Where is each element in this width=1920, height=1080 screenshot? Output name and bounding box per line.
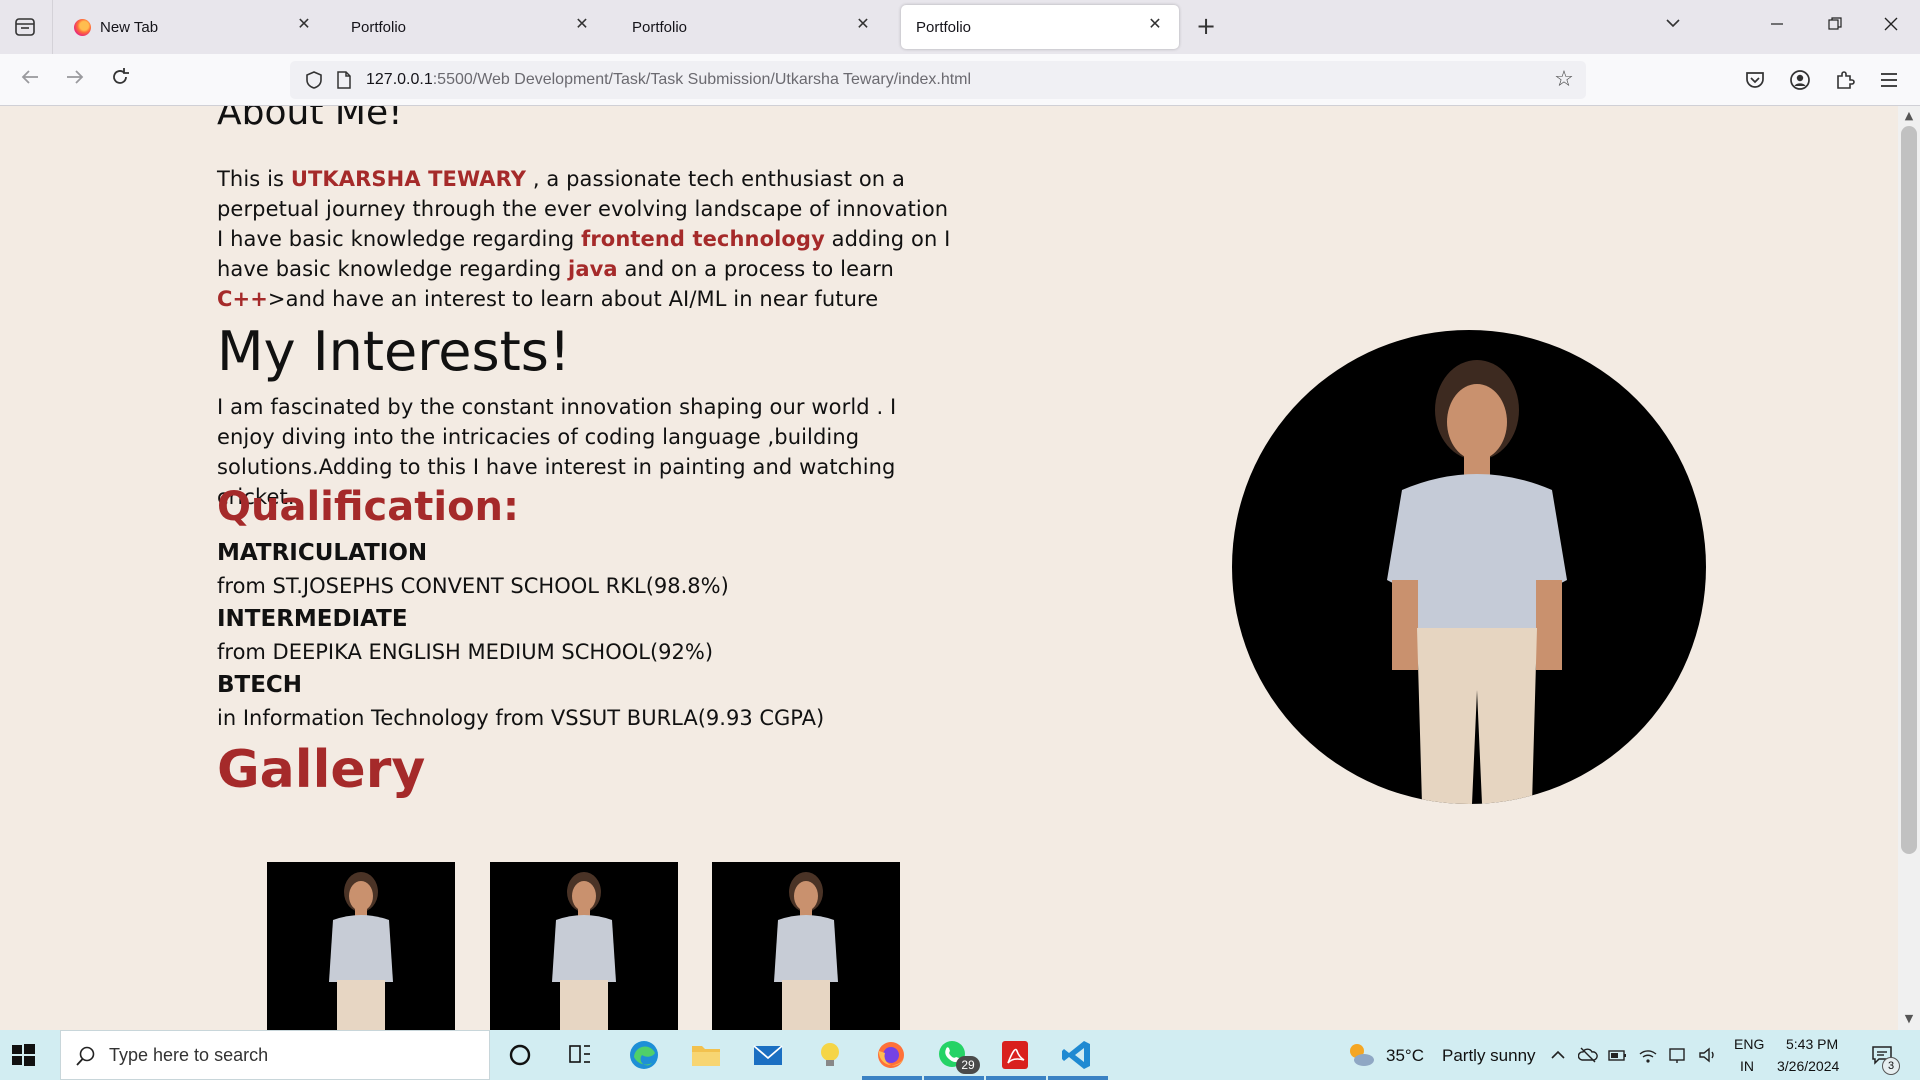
skills-text-1: I have basic knowledge regarding	[217, 227, 582, 251]
running-app-indicator	[924, 1076, 984, 1080]
page-viewport: About Me! This is UTKARSHA TEWARY , a pa…	[0, 106, 1898, 1030]
about-intro-prefix: This is	[217, 167, 291, 191]
tracking-shield-icon[interactable]	[304, 70, 324, 90]
qualification-title: MATRICULATION	[217, 540, 428, 566]
url-path: :5500/Web Development/Task/Task Submissi…	[432, 71, 972, 88]
scroll-down-arrow-icon[interactable]: ▼	[1902, 1012, 1916, 1026]
close-tab-icon[interactable]: ✕	[572, 15, 592, 35]
input-region[interactable]: IN	[1740, 1058, 1754, 1074]
back-arrow-icon[interactable]	[16, 66, 44, 94]
whatsapp-badge: 29	[956, 1056, 980, 1074]
search-icon	[75, 1045, 97, 1067]
interests-heading: My Interests!	[217, 320, 571, 383]
about-heading: About Me!	[217, 106, 403, 133]
edge-browser-icon[interactable]	[626, 1037, 662, 1073]
scrollbar-thumb[interactable]	[1901, 126, 1917, 854]
sticky-app-icon[interactable]	[812, 1037, 848, 1073]
gallery-heading: Gallery	[217, 740, 426, 800]
forward-arrow-icon[interactable]	[61, 66, 89, 94]
url-text[interactable]: 127.0.0.1:5500/Web Development/Task/Task…	[366, 71, 971, 89]
about-intro-paragraph: This is UTKARSHA TEWARY , a passionate t…	[217, 164, 957, 224]
qualification-title: BTECH	[217, 672, 303, 698]
tab-new-tab[interactable]: New Tab ✕	[58, 5, 328, 49]
tab-title: Portfolio	[351, 19, 407, 36]
close-tab-icon[interactable]: ✕	[1145, 15, 1165, 35]
gallery-photo[interactable]	[267, 862, 455, 1030]
tab-title: New Tab	[100, 19, 159, 36]
minimize-icon[interactable]	[1764, 14, 1790, 40]
url-bar[interactable]: 127.0.0.1:5500/Web Development/Task/Task…	[290, 61, 1586, 99]
account-icon[interactable]	[1787, 67, 1813, 93]
network-status-icon[interactable]	[1668, 1046, 1688, 1064]
battery-icon[interactable]	[1608, 1046, 1628, 1064]
highlight-cpp: C++	[217, 287, 268, 311]
scroll-up-arrow-icon[interactable]: ▲	[1902, 109, 1916, 123]
clock-date[interactable]: 3/26/2024	[1777, 1058, 1839, 1074]
cortana-icon[interactable]	[502, 1037, 538, 1073]
tab-title: Portfolio	[916, 19, 972, 36]
profile-photo	[1232, 330, 1706, 804]
tab-title: Portfolio	[632, 19, 688, 36]
navigation-toolbar: 127.0.0.1:5500/Web Development/Task/Task…	[0, 54, 1920, 106]
close-tab-icon[interactable]: ✕	[294, 15, 314, 35]
qualification-title: INTERMEDIATE	[217, 606, 408, 632]
wifi-icon[interactable]	[1638, 1046, 1658, 1064]
skills-text-3: and on a process to learn	[617, 257, 894, 281]
clock-time[interactable]: 5:43 PM	[1786, 1036, 1838, 1052]
tab-bar: New Tab ✕ Portfolio ✕ Portfolio ✕ Portfo…	[0, 0, 1920, 54]
weather-description[interactable]: Partly sunny	[1442, 1046, 1536, 1066]
tab-overflow-chevron-icon[interactable]	[1660, 14, 1686, 40]
acrobat-icon[interactable]	[997, 1037, 1033, 1073]
weather-temperature[interactable]: 35°C	[1386, 1046, 1424, 1066]
weather-partly-sunny-icon[interactable]	[1345, 1039, 1377, 1071]
search-placeholder: Type here to search	[109, 1045, 269, 1065]
running-app-indicator	[986, 1076, 1046, 1080]
taskbar-search-box[interactable]: Type here to search	[60, 1030, 490, 1080]
firefox-taskbar-icon[interactable]	[873, 1037, 909, 1073]
bookmark-star-icon[interactable]: ☆	[1552, 68, 1576, 92]
qualification-detail: from ST.JOSEPHS CONVENT SCHOOL RKL(98.8%…	[217, 574, 729, 598]
page-info-icon[interactable]	[336, 71, 352, 89]
highlight-name: UTKARSHA TEWARY	[290, 167, 527, 191]
vscode-icon[interactable]	[1059, 1037, 1095, 1073]
running-app-indicator	[1048, 1076, 1108, 1080]
tab-separator	[52, 0, 53, 54]
tab-portfolio-2[interactable]: Portfolio ✕	[617, 5, 887, 49]
input-language[interactable]: ENG	[1734, 1036, 1764, 1052]
notification-count-badge: 3	[1882, 1057, 1900, 1075]
task-view-icon[interactable]	[562, 1037, 598, 1073]
file-explorer-icon[interactable]	[688, 1037, 724, 1073]
qualification-detail: in Information Technology from VSSUT BUR…	[217, 706, 825, 730]
skills-text-4: >and have an interest to learn about AI/…	[267, 287, 879, 311]
close-tab-icon[interactable]: ✕	[853, 15, 873, 35]
list-all-tabs-icon[interactable]	[14, 16, 36, 38]
close-window-icon[interactable]	[1878, 14, 1904, 40]
volume-icon[interactable]	[1698, 1046, 1718, 1064]
tab-portfolio-active[interactable]: Portfolio ✕	[901, 5, 1179, 49]
mail-icon[interactable]	[750, 1037, 786, 1073]
pocket-icon[interactable]	[1742, 67, 1768, 93]
windows-start-icon[interactable]	[10, 1042, 36, 1068]
onedrive-offline-icon[interactable]	[1577, 1046, 1598, 1064]
reload-icon[interactable]	[106, 66, 134, 94]
new-tab-button[interactable]: +	[1193, 14, 1219, 40]
highlight-java: java	[568, 257, 618, 281]
windows-taskbar: Type here to search 29 35°C Partly sunny	[0, 1030, 1920, 1080]
show-hidden-icons-chevron-icon[interactable]	[1548, 1046, 1568, 1064]
extensions-icon[interactable]	[1832, 67, 1858, 93]
active-app-indicator	[862, 1076, 922, 1080]
restore-icon[interactable]	[1822, 14, 1848, 40]
highlight-frontend: frontend technology	[581, 227, 825, 251]
vertical-scrollbar[interactable]: ▲ ▼	[1898, 106, 1920, 1030]
gallery-photo[interactable]	[490, 862, 678, 1030]
firefox-icon	[74, 19, 91, 36]
qualification-detail: from DEEPIKA ENGLISH MEDIUM SCHOOL(92%)	[217, 640, 714, 664]
url-host: 127.0.0.1	[366, 71, 433, 88]
menu-hamburger-icon[interactable]	[1876, 67, 1902, 93]
qualification-heading: Qualification:	[217, 484, 520, 530]
gallery-photo[interactable]	[712, 862, 900, 1030]
about-skills-paragraph: I have basic knowledge regarding fronten…	[217, 224, 957, 314]
tab-portfolio-1[interactable]: Portfolio ✕	[336, 5, 606, 49]
